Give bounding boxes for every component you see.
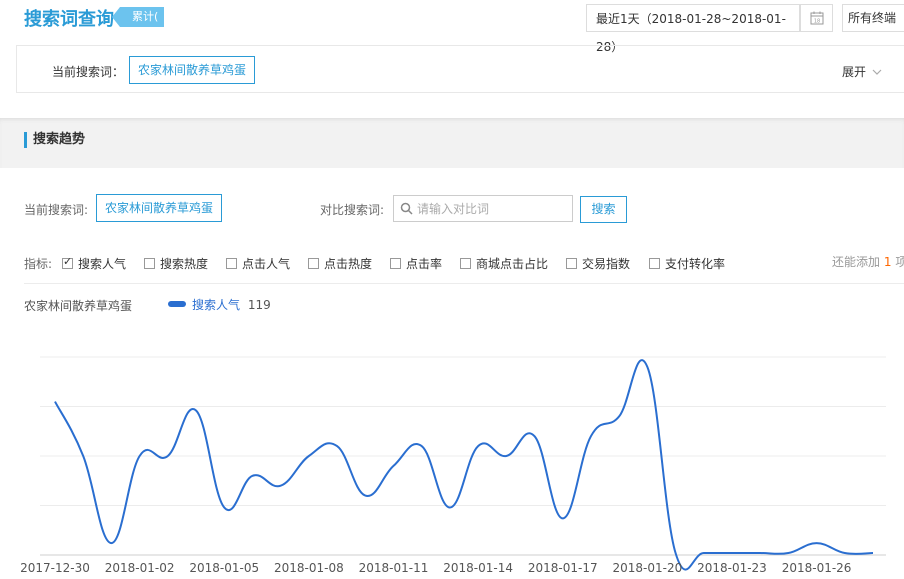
x-tick-label: 2018-01-20 xyxy=(612,561,683,575)
x-tick-label: 2017-12-30 xyxy=(20,561,90,575)
series-line-search-popularity[interactable] xyxy=(54,359,874,571)
trend-chart xyxy=(40,356,886,571)
x-tick-label: 2018-01-17 xyxy=(527,561,598,575)
x-tick-label: 2018-01-02 xyxy=(104,561,175,575)
x-tick-label: 2018-01-08 xyxy=(273,561,344,575)
x-tick-label: 2018-01-05 xyxy=(189,561,260,575)
x-tick-label: 2018-01-26 xyxy=(781,561,852,575)
x-tick-label: 2018-01-23 xyxy=(697,561,767,575)
x-tick-label: 2018-01-14 xyxy=(443,561,513,575)
x-tick-label: 2018-01-11 xyxy=(358,561,429,575)
